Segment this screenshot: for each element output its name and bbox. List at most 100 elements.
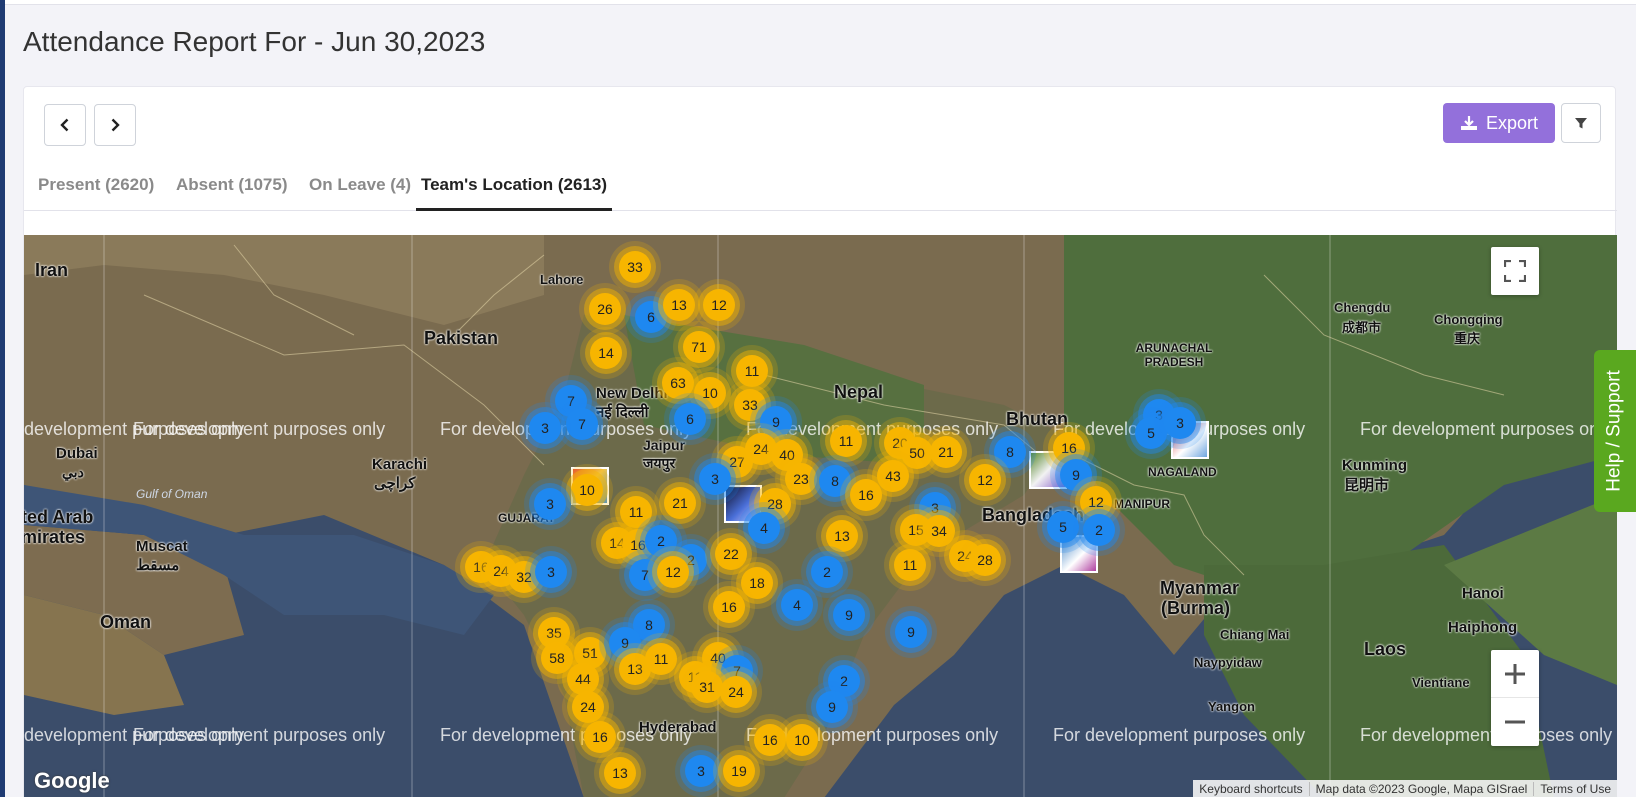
cluster-marker[interactable]: 9 (1060, 459, 1092, 491)
chevron-left-icon (60, 118, 69, 132)
fullscreen-icon (1504, 260, 1526, 282)
cluster-marker[interactable]: 23 (785, 463, 817, 495)
cluster-marker[interactable]: 63 (662, 367, 694, 399)
place-label: New Delhi (596, 385, 668, 402)
next-day-button[interactable] (94, 104, 136, 146)
cluster-marker[interactable]: 6 (674, 403, 706, 435)
cluster-marker[interactable]: 18 (741, 567, 773, 599)
place-label: Iran (35, 260, 69, 280)
cluster-marker[interactable]: 5 (1047, 511, 1079, 543)
place-label: کراچی (374, 475, 416, 492)
tab-on-leave[interactable]: On Leave (4) (309, 175, 411, 211)
place-label: mirates (24, 527, 86, 547)
cluster-marker[interactable]: 4 (781, 589, 813, 621)
cluster-marker[interactable]: 9 (833, 599, 865, 631)
cluster-marker[interactable]: 14 (590, 337, 622, 369)
dev-watermark: For development purposes only (1360, 419, 1613, 439)
zoom-out-button[interactable] (1491, 698, 1539, 746)
cluster-marker[interactable]: 7 (566, 408, 598, 440)
zoom-in-button[interactable] (1491, 650, 1539, 698)
cluster-marker[interactable]: 11 (645, 643, 677, 675)
cluster-marker[interactable]: 71 (683, 331, 715, 363)
cluster-marker[interactable]: 11 (894, 549, 926, 581)
cluster-marker[interactable]: 21 (664, 487, 696, 519)
export-button[interactable]: Export (1443, 103, 1555, 143)
cluster-marker[interactable]: 21 (930, 436, 962, 468)
cluster-marker[interactable]: 13 (663, 289, 695, 321)
cluster-marker[interactable]: 2 (811, 556, 843, 588)
cluster-marker[interactable]: 9 (816, 691, 848, 723)
filter-icon (1575, 118, 1587, 129)
cluster-marker[interactable]: 3 (535, 556, 567, 588)
place-label: Kunming (1342, 457, 1407, 474)
tab-present[interactable]: Present (2620) (38, 175, 154, 211)
cluster-marker[interactable]: 24 (572, 691, 604, 723)
cluster-marker[interactable]: 12 (657, 556, 689, 588)
cluster-marker[interactable]: 16 (754, 724, 786, 756)
cluster-marker[interactable]: 44 (567, 663, 599, 695)
place-label: Jaipur (643, 437, 686, 453)
team-location-map[interactable]: For development purposes only For develo… (24, 235, 1617, 798)
dev-watermark: For development purposes only (133, 419, 386, 439)
cluster-marker[interactable]: 13 (826, 520, 858, 552)
dev-watermark: For development purposes only (133, 725, 386, 745)
cluster-marker[interactable]: 2 (645, 525, 677, 557)
cluster-marker[interactable]: 19 (723, 755, 755, 787)
cluster-marker[interactable]: 5 (1135, 417, 1167, 449)
cluster-marker[interactable]: 2 (1083, 514, 1115, 546)
cluster-marker[interactable]: 10 (786, 724, 818, 756)
cluster-marker[interactable]: 4 (748, 512, 780, 544)
cluster-marker[interactable]: 13 (604, 757, 636, 789)
cluster-marker[interactable]: 11 (736, 355, 768, 387)
cluster-marker[interactable]: 9 (895, 616, 927, 648)
place-label: NAGALAND (1148, 465, 1217, 479)
cluster-marker[interactable]: 24 (720, 676, 752, 708)
tab-absent[interactable]: Absent (1075) (176, 175, 287, 211)
cluster-marker[interactable]: 16 (584, 721, 616, 753)
cluster-marker[interactable]: 3 (534, 488, 566, 520)
cluster-marker[interactable]: 34 (923, 515, 955, 547)
cluster-marker[interactable]: 16 (713, 591, 745, 623)
place-label: (Burma) (1161, 598, 1231, 618)
filter-button[interactable] (1561, 103, 1601, 143)
cluster-marker[interactable]: 3 (529, 412, 561, 444)
dev-watermark: For development purposes only (1360, 725, 1613, 745)
map-data-credit: Map data ©2023 Google, Mapa GISrael (1308, 782, 1534, 796)
place-label: مسقط (136, 557, 180, 574)
zoom-control (1491, 650, 1539, 746)
terms-of-use-link[interactable]: Terms of Use (1533, 782, 1617, 796)
cluster-marker[interactable]: 3 (685, 755, 717, 787)
cluster-marker[interactable]: 31 (691, 671, 723, 703)
place-label: Naypyidaw (1194, 655, 1262, 670)
cluster-marker[interactable]: 58 (541, 642, 573, 674)
cluster-marker[interactable]: 7 (629, 559, 661, 591)
cluster-marker[interactable]: 28 (969, 544, 1001, 576)
cluster-marker[interactable]: 26 (589, 293, 621, 325)
place-label: 重庆 (1454, 331, 1481, 346)
top-bar (5, 0, 1636, 5)
cluster-marker[interactable]: 12 (969, 464, 1001, 496)
cluster-marker[interactable]: 50 (901, 437, 933, 469)
cluster-marker[interactable]: 10 (571, 474, 603, 506)
cluster-marker[interactable]: 22 (715, 538, 747, 570)
cluster-marker[interactable]: 11 (620, 496, 652, 528)
cluster-marker[interactable]: 3 (1164, 407, 1196, 439)
cluster-marker[interactable]: 11 (830, 425, 862, 457)
cluster-marker[interactable]: 43 (877, 460, 909, 492)
place-label: Yangon (1208, 699, 1255, 714)
previous-day-button[interactable] (44, 104, 86, 146)
cluster-marker[interactable]: 33 (619, 251, 651, 283)
place-label: Pakistan (424, 328, 499, 348)
cluster-marker[interactable]: 8 (994, 436, 1026, 468)
tab-bar: Present (2620) Absent (1075) On Leave (4… (24, 175, 1617, 211)
cluster-marker[interactable]: 12 (703, 289, 735, 321)
tab-teams-location[interactable]: Team's Location (2613) (416, 175, 612, 211)
cluster-marker[interactable]: 8 (819, 465, 851, 497)
cluster-marker[interactable]: 16 (850, 479, 882, 511)
cluster-marker[interactable]: 3 (699, 463, 731, 495)
help-support-tab[interactable]: Help / Support (1594, 350, 1636, 512)
place-label: Chiang Mai (1220, 627, 1290, 642)
fullscreen-button[interactable] (1491, 247, 1539, 295)
keyboard-shortcuts-link[interactable]: Keyboard shortcuts (1193, 782, 1308, 796)
cluster-marker[interactable]: 10 (694, 377, 726, 409)
